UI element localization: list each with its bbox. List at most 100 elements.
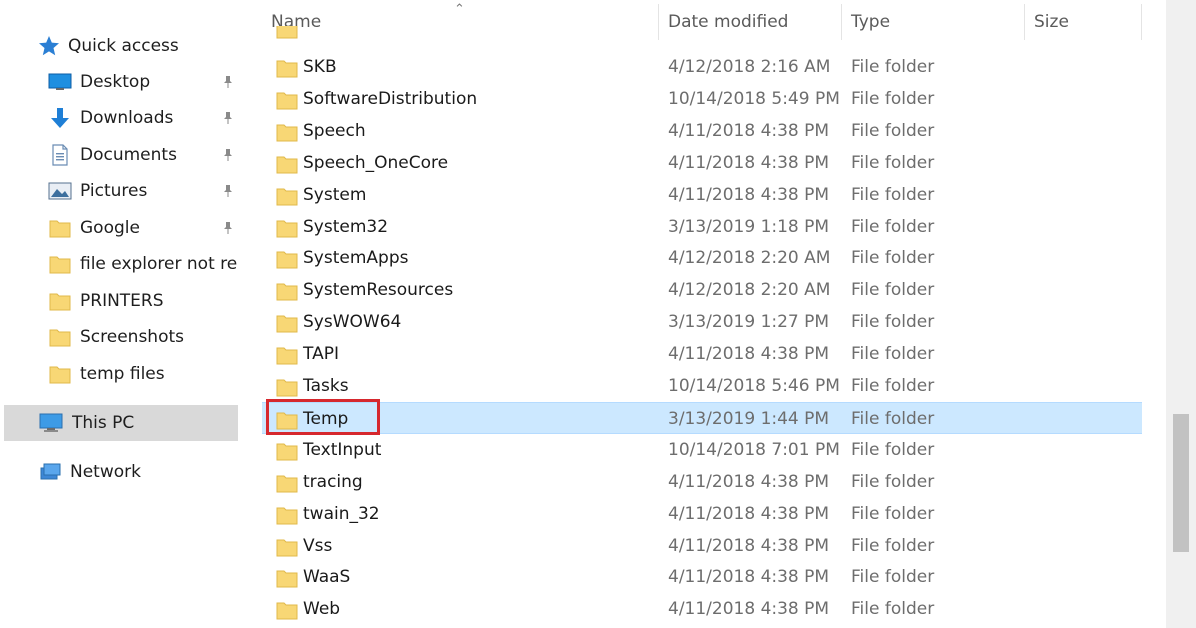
file-name: TAPI (303, 344, 339, 364)
folder-icon (276, 537, 298, 562)
file-type: File folder (851, 344, 935, 364)
sidebar-item-printers[interactable]: PRINTERS (48, 284, 242, 318)
file-type: File folder (851, 153, 935, 173)
pin-icon[interactable] (222, 110, 234, 130)
table-row[interactable]: SoftwareDistribution 10/14/2018 5:49 PM Fi… (262, 83, 1142, 115)
table-row[interactable]: TextInput 10/14/2018 7:01 PM File folder (262, 434, 1142, 466)
quick-access[interactable]: Quick access (38, 29, 238, 63)
folder-icon (276, 26, 298, 44)
sidebar-item-documents[interactable]: Documents (48, 138, 242, 172)
folder-icon (276, 568, 298, 593)
folder-icon (276, 473, 298, 498)
sidebar-item-pictures[interactable]: Pictures (48, 174, 242, 208)
table-row[interactable]: SystemResources 4/12/2018 2:20 AM File fol… (262, 274, 1142, 306)
file-date-modified: 3/13/2019 1:44 PM (668, 409, 830, 429)
sidebar-item-downloads[interactable]: Downloads (48, 101, 242, 135)
file-date-modified: 4/11/2018 4:38 PM (668, 185, 830, 205)
file-date-modified: 4/11/2018 4:38 PM (668, 536, 830, 556)
pane-divider[interactable] (244, 0, 262, 628)
sidebar-item-this-pc[interactable]: This PC (38, 406, 238, 440)
table-row[interactable]: SKB 4/12/2018 2:16 AM File folder (262, 51, 1142, 83)
sidebar-item-label: PRINTERS (80, 291, 164, 311)
file-name: SystemApps (303, 248, 409, 268)
file-name: Vss (303, 536, 333, 556)
file-date-modified: 10/14/2018 5:46 PM (668, 376, 840, 396)
vertical-scrollbar[interactable] (1166, 0, 1196, 628)
sidebar-item-file-explorer-not-responding[interactable]: file explorer not responding (48, 247, 242, 281)
file-date-modified: 3/13/2019 1:18 PM (668, 217, 830, 237)
folder-icon (276, 345, 298, 370)
file-name: SoftwareDistribution (303, 89, 478, 109)
table-row[interactable]: Vss 4/11/2018 4:38 PM File folder (262, 530, 1142, 562)
file-type: File folder (851, 280, 935, 300)
folder-icon (276, 218, 298, 243)
table-row[interactable]: Web 4/11/2018 4:38 PM File folder (262, 593, 1142, 625)
file-name: WaaS (303, 567, 351, 587)
download-arrow-icon (48, 106, 72, 130)
sidebar-item-network[interactable]: Network (38, 455, 238, 489)
table-row[interactable]: tracing 4/11/2018 4:38 PM File folder (262, 466, 1142, 498)
file-date-modified: 4/11/2018 4:38 PM (668, 504, 830, 524)
sidebar-item-label: Downloads (80, 108, 174, 128)
sidebar-item-google[interactable]: Google (48, 211, 242, 245)
folder-icon (276, 249, 298, 274)
folder-icon (276, 441, 298, 466)
table-row[interactable]: Speech 4/11/2018 4:38 PM File folder (262, 115, 1142, 147)
folder-icon (276, 600, 298, 625)
file-type: File folder (851, 121, 935, 141)
sidebar-item-screenshots[interactable]: Screenshots (48, 320, 242, 354)
table-row[interactable]: SystemApps 4/12/2018 2:20 AM File folder (262, 242, 1142, 274)
pin-icon[interactable] (222, 183, 234, 203)
file-type: File folder (851, 57, 935, 77)
highlight-box (266, 399, 380, 435)
table-row[interactable]: WaaS 4/11/2018 4:38 PM File folder (262, 561, 1142, 593)
file-date-modified: 10/14/2018 5:49 PM (668, 89, 840, 109)
file-name: TextInput (303, 440, 382, 460)
navigation-pane: Quick access Desktop Downloads Documents… (0, 0, 244, 628)
file-date-modified: 4/11/2018 4:38 PM (668, 121, 830, 141)
file-date-modified: 4/11/2018 4:38 PM (668, 599, 830, 619)
table-row[interactable]: SysWOW64 3/13/2019 1:27 PM File folder (262, 306, 1142, 338)
file-type: File folder (851, 504, 935, 524)
file-date-modified: 4/11/2018 4:38 PM (668, 472, 830, 492)
table-row[interactable]: twain_32 4/11/2018 4:38 PM File folder (262, 498, 1142, 530)
pin-icon[interactable] (222, 220, 234, 240)
scrollbar-thumb[interactable] (1173, 414, 1189, 552)
file-type: File folder (851, 248, 935, 268)
sidebar-item-temp-files[interactable]: temp files (48, 357, 242, 391)
file-date-modified: 4/11/2018 4:38 PM (668, 567, 830, 587)
folder-icon (276, 90, 298, 115)
file-name: twain_32 (303, 504, 380, 524)
table-row[interactable]: Temp 3/13/2019 1:44 PM File folder (262, 399, 1142, 435)
folder-icon (48, 217, 72, 239)
sidebar-item-label: temp files (80, 364, 165, 384)
sidebar-item-label: This PC (72, 413, 135, 433)
star-icon (38, 35, 60, 57)
table-row-partial[interactable] (262, 26, 1142, 46)
table-row[interactable]: System 4/11/2018 4:38 PM File folder (262, 179, 1142, 211)
table-row[interactable]: TAPI 4/11/2018 4:38 PM File folder (262, 338, 1142, 370)
file-type: File folder (851, 472, 935, 492)
file-type: File folder (851, 185, 935, 205)
file-date-modified: 3/13/2019 1:27 PM (668, 312, 830, 332)
sidebar-item-label: Screenshots (80, 327, 185, 347)
file-name: tracing (303, 472, 363, 492)
file-type: File folder (851, 89, 935, 109)
sidebar-item-desktop[interactable]: Desktop (48, 65, 242, 99)
network-icon (38, 460, 62, 484)
file-type: File folder (851, 599, 935, 619)
table-row[interactable]: Tasks 10/14/2018 5:46 PM File folder (262, 370, 1142, 402)
table-row[interactable]: Speech_OneCore 4/11/2018 4:38 PM File fold… (262, 147, 1142, 179)
folder-icon (276, 313, 298, 338)
pin-icon[interactable] (222, 147, 234, 167)
file-type: File folder (851, 567, 935, 587)
file-type: File folder (851, 536, 935, 556)
file-name: Web (303, 599, 341, 619)
table-row[interactable]: System32 3/13/2019 1:18 PM File folder (262, 211, 1142, 243)
file-list: Name ⌃ Date modified Type Size SKB 4/12/2… (262, 0, 1144, 628)
file-type: File folder (851, 312, 935, 332)
computer-icon (38, 412, 64, 434)
file-name: SysWOW64 (303, 312, 402, 332)
sort-ascending-icon: ⌃ (454, 2, 465, 17)
pin-icon[interactable] (222, 74, 234, 94)
